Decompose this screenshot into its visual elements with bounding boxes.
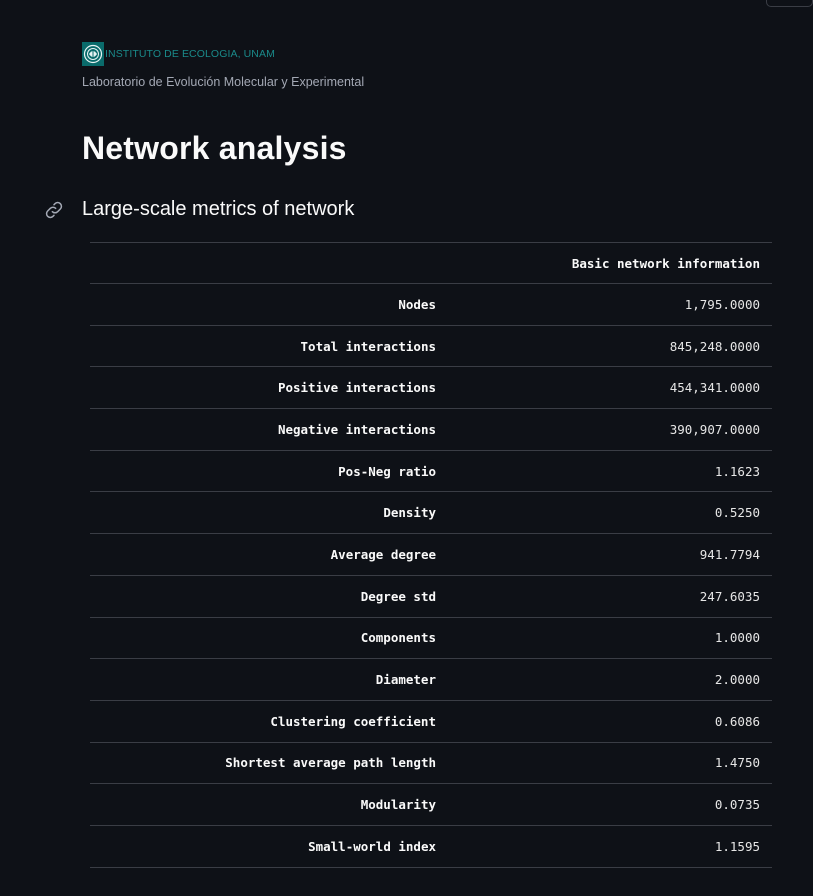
row-value: 845,248.0000 <box>669 338 760 354</box>
brand-header: INSTITUTO DE ECOLOGIA, UNAM <box>82 42 275 66</box>
table-row: Average degree 941.7794 <box>90 534 772 576</box>
table-row: Positive interactions 454,341.0000 <box>90 367 772 409</box>
index-column-header <box>90 243 448 284</box>
row-label: Total interactions <box>300 338 436 354</box>
table-row: Nodes 1,795.0000 <box>90 284 772 326</box>
row-label: Positive interactions <box>277 380 436 396</box>
app-page: INSTITUTO DE ECOLOGIA, UNAM Laboratorio … <box>0 0 813 896</box>
table-row: Negative interactions 390,907.0000 <box>90 409 772 451</box>
section-title: Large-scale metrics of network <box>82 198 355 220</box>
row-label: Density <box>383 505 436 521</box>
row-value: 2.0000 <box>714 672 760 688</box>
row-label: Diameter <box>375 672 436 688</box>
section-header: Large-scale metrics of network <box>44 198 354 221</box>
metrics-table: Basic network information Nodes 1,795.00… <box>90 242 772 868</box>
row-label: Components <box>360 630 436 646</box>
row-value: 1.1595 <box>714 838 760 854</box>
table-row: Components 1.0000 <box>90 617 772 659</box>
row-label: Nodes <box>398 296 436 312</box>
table-row: Total interactions 845,248.0000 <box>90 325 772 367</box>
row-value: 941.7794 <box>699 546 760 562</box>
table-row: Degree std 247.6035 <box>90 575 772 617</box>
row-label: Pos-Neg ratio <box>338 463 436 479</box>
table-row: Small-world index 1.1595 <box>90 825 772 868</box>
page-title: Network analysis <box>82 130 347 166</box>
value-column-header[interactable]: Basic network information <box>448 243 772 284</box>
metrics-table-container: Basic network information Nodes 1,795.00… <box>90 242 772 868</box>
row-value: 0.6086 <box>714 713 760 729</box>
table-row: Shortest average path length 1.4750 <box>90 742 772 784</box>
row-value: 0.0735 <box>714 797 760 813</box>
toolbar-widget[interactable] <box>766 0 813 7</box>
row-label: Clustering coefficient <box>270 713 436 729</box>
table-row: Modularity 0.0735 <box>90 784 772 826</box>
institute-logo-icon <box>83 44 103 64</box>
row-value: 1.1623 <box>714 463 760 479</box>
row-label: Shortest average path length <box>225 755 436 771</box>
row-value: 1,795.0000 <box>684 296 760 312</box>
institute-logo <box>82 42 104 66</box>
row-value: 0.5250 <box>714 505 760 521</box>
row-value: 1.0000 <box>714 630 760 646</box>
row-value: 390,907.0000 <box>669 421 760 437</box>
lab-name: Laboratorio de Evolución Molecular y Exp… <box>82 75 365 89</box>
link-icon[interactable] <box>44 200 64 220</box>
table-header-row: Basic network information <box>90 242 772 284</box>
row-value: 1.4750 <box>714 755 760 771</box>
row-label: Average degree <box>330 546 436 562</box>
row-label: Negative interactions <box>277 421 436 437</box>
table-row: Clustering coefficient 0.6086 <box>90 700 772 743</box>
institute-name: INSTITUTO DE ECOLOGIA, UNAM <box>105 48 275 60</box>
table-row: Pos-Neg ratio 1.1623 <box>90 450 772 492</box>
row-label: Small-world index <box>308 838 436 854</box>
table-row: Density 0.5250 <box>90 492 772 534</box>
row-label: Degree std <box>360 588 436 604</box>
row-value: 247.6035 <box>699 588 760 604</box>
row-label: Modularity <box>360 797 436 813</box>
row-value: 454,341.0000 <box>669 380 760 396</box>
table-row: Diameter 2.0000 <box>90 659 772 701</box>
